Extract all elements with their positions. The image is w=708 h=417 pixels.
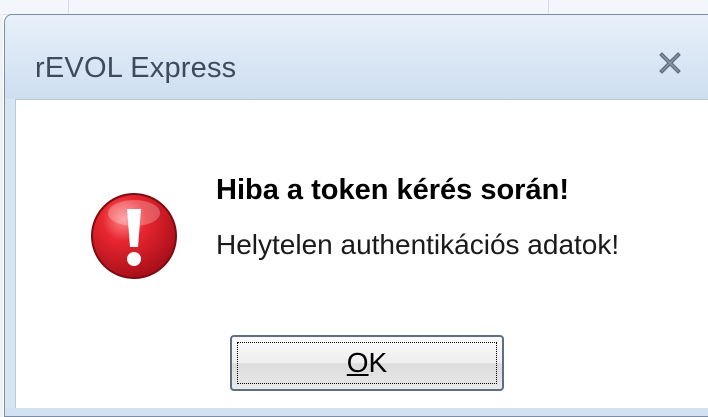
background-divider [68,0,69,14]
ok-mnemonic: O [346,347,369,378]
background-app-strip [0,0,708,15]
error-message: Helytelen authentikációs adatok! [216,229,620,260]
background-divider [548,0,549,14]
close-button[interactable] [652,45,688,81]
title-bar[interactable]: rEVOL Express [5,15,708,99]
error-dialog: rEVOL Express Hiba a token kérés során! … [4,14,708,417]
window-title: rEVOL Express [35,52,237,84]
error-heading: Hiba a token kérés során! [216,174,569,206]
dialog-body: Hiba a token kérés során! Helytelen auth… [15,99,708,408]
background-app-edge [0,14,3,417]
ok-label-rest: K [368,347,388,378]
ok-button[interactable]: OK [230,335,504,391]
close-icon [659,52,681,74]
window-bottom-border [5,408,708,416]
error-icon [89,191,179,281]
ok-button-label: OK [347,347,387,379]
